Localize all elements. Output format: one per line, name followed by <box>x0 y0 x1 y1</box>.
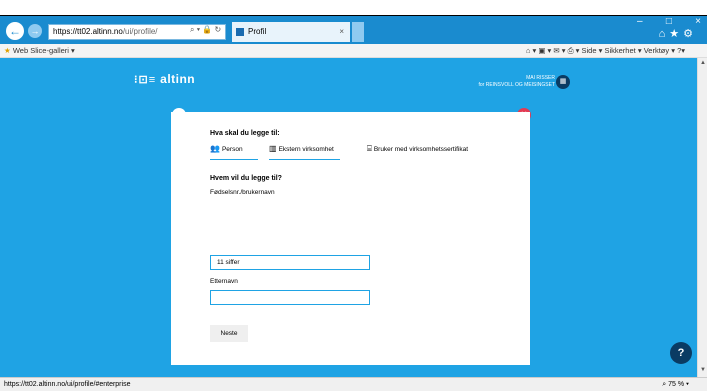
zoom-level[interactable]: ⌕ 75 % ▾ <box>662 378 689 391</box>
favorites-bar: ★ Web Slice-galleri ▾ ⌂ ▾ ▣ ▾ ✉ ▾ ⎙ ▾ Si… <box>0 44 707 58</box>
modal-body: Hva skal du legge til: 👥 Person ▥ Ekstern … <box>171 58 530 365</box>
option-ekstern-label: Ekstern virksomhet <box>278 146 334 153</box>
tab-title: Profil <box>248 27 267 36</box>
scroll-down-icon[interactable]: ▼ <box>699 367 707 375</box>
organization-avatar-icon[interactable]: ▦ <box>556 75 570 89</box>
menu-sikkerhet[interactable]: Sikkerhet ▾ <box>604 46 641 55</box>
status-url: https://tt02.altinn.no/ui/profile/#enter… <box>4 381 131 388</box>
people-icon: 👥 <box>210 144 220 153</box>
url-host: https://tt02.altinn.no <box>53 27 123 36</box>
menu-verktoy[interactable]: Verktøy ▾ <box>644 46 675 55</box>
fnr-input[interactable]: 11 siffer <box>210 255 370 270</box>
etternavn-input[interactable] <box>210 290 370 305</box>
question-who-to-add: Hvem vil du legge til? <box>210 175 282 182</box>
new-tab-button[interactable] <box>352 22 364 42</box>
web-slice-label: Web Slice-galleri ▾ <box>12 46 75 55</box>
option-person[interactable]: 👥 Person <box>210 142 243 156</box>
browser-window: – □ × ← → https://tt02.altinn.no/ui/prof… <box>0 0 707 391</box>
command-bar-icons[interactable]: ⌂ ▾ ▣ ▾ ✉ ▾ ⎙ ▾ <box>526 46 580 55</box>
etternavn-label: Etternavn <box>210 278 238 285</box>
option-person-label: Person <box>221 146 243 153</box>
option-sertifikat-label: Bruker med virksomhetssertifikat <box>373 146 469 153</box>
home-favorites-settings-icons[interactable]: ⌂★⚙ <box>659 27 697 40</box>
help-button[interactable]: ? <box>670 342 692 364</box>
top-strip <box>0 0 707 16</box>
altinn-logo-icon: ⁝⊡≡ <box>134 74 157 86</box>
altinn-favicon-icon <box>236 28 244 36</box>
option-person-underline <box>210 159 258 160</box>
next-button[interactable]: Neste <box>210 325 248 342</box>
menu-side[interactable]: Side ▾ <box>582 46 603 55</box>
fnr-label: Fødselsnr./brukernavn <box>210 189 275 196</box>
minimize-button[interactable]: – <box>637 16 643 30</box>
web-slice-gallery[interactable]: ★ Web Slice-galleri ▾ <box>4 44 75 58</box>
command-bar: ⌂ ▾ ▣ ▾ ✉ ▾ ⎙ ▾ Side ▾ Sikkerhet ▾ Verkt… <box>526 44 685 58</box>
help-menu-icon[interactable]: ?▾ <box>677 46 685 55</box>
option-ekstern-virksomhet[interactable]: ▥ Ekstern virksomhet <box>269 142 334 156</box>
browser-back-button[interactable]: ← <box>6 22 24 40</box>
status-bar: https://tt02.altinn.no/ui/profile/#enter… <box>0 377 707 391</box>
option-virksomhetssertifikat[interactable]: ⌸ Bruker med virksomhetssertifikat <box>367 142 468 156</box>
certificate-icon: ⌸ <box>367 144 372 153</box>
browser-tab-profil[interactable]: Profil × <box>232 22 350 42</box>
address-bar-icons[interactable]: ⌕ ▾ 🔒 ↻ <box>190 25 230 35</box>
browser-forward-button[interactable]: → <box>28 24 42 38</box>
option-ekstern-underline <box>269 159 340 160</box>
favorites-star-icon: ★ <box>4 46 11 55</box>
building-icon: ▥ <box>269 144 277 153</box>
scroll-up-icon[interactable]: ▲ <box>699 60 707 68</box>
zoom-value: 75 % <box>668 381 685 388</box>
url-path: /ui/profile/ <box>122 27 158 36</box>
vertical-scrollbar[interactable]: ▲ ▼ <box>697 58 707 377</box>
question-what-to-add: Hva skal du legge til: <box>210 130 280 137</box>
tab-close-icon[interactable]: × <box>339 22 344 42</box>
